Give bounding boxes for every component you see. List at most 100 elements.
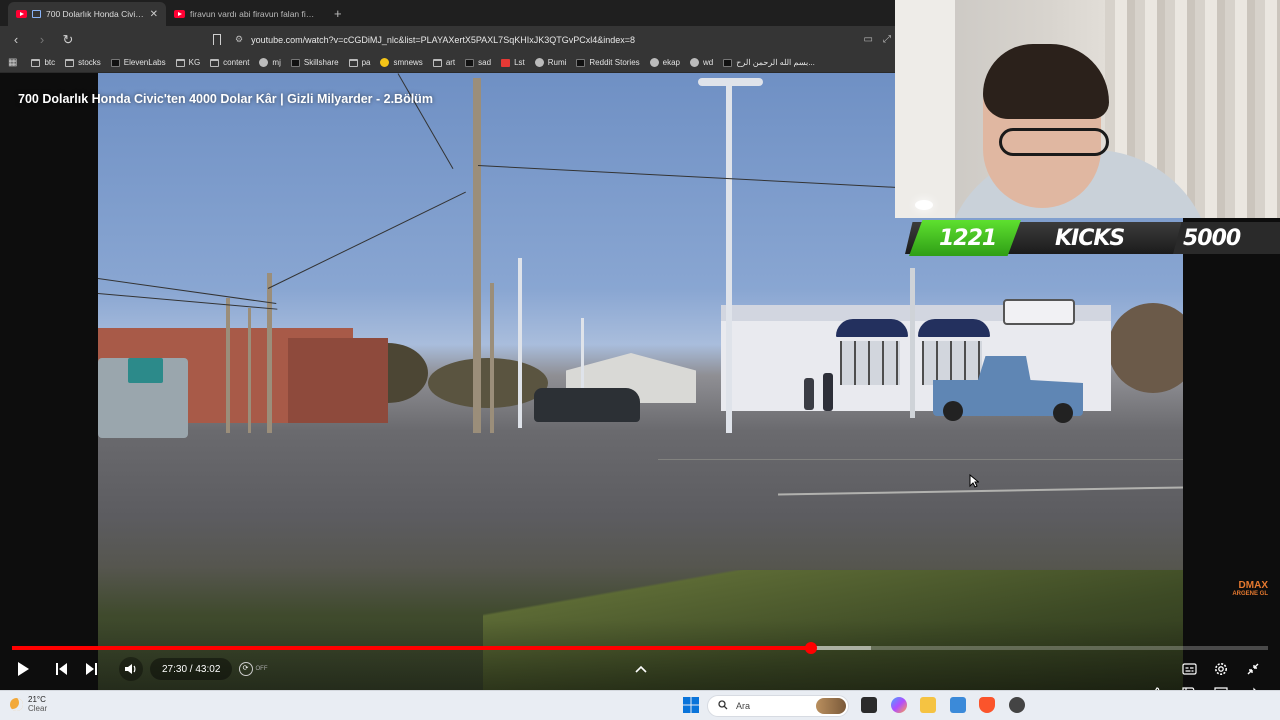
bookmark-item[interactable]: smnews — [380, 58, 423, 67]
play-icon[interactable] — [12, 654, 34, 684]
bookmark-item[interactable]: KG — [175, 58, 200, 67]
s-logo-icon — [501, 58, 511, 67]
exit-fullscreen-icon[interactable] — [1242, 654, 1264, 684]
bookmark-favicon — [465, 58, 475, 67]
emoji-icon — [380, 58, 390, 67]
new-tab-button[interactable]: + — [334, 2, 342, 26]
bookmark-label: stocks — [78, 58, 101, 67]
folder-icon — [432, 58, 442, 67]
wheel — [1053, 403, 1073, 423]
reload-icon[interactable]: ↻ — [58, 32, 78, 48]
tab-active[interactable]: 700 Dolarlık Honda Civic'ten ✕ — [8, 2, 166, 26]
bookmark-item[interactable]: Skillshare — [290, 58, 339, 67]
subtitles-icon[interactable] — [1178, 654, 1200, 684]
ekap-icon — [649, 58, 659, 67]
bookmark-label: ElevenLabs — [123, 58, 166, 67]
forward-icon[interactable]: › — [32, 32, 52, 47]
power-line — [477, 165, 898, 188]
bookmark-label: بسم الله الرحمن الرح... — [736, 58, 815, 67]
person-figure — [823, 373, 833, 411]
autoplay-state: OFF — [255, 666, 268, 672]
globe-icon — [534, 58, 544, 67]
bookmark-item[interactable]: Lst — [501, 58, 525, 67]
autoplay-toggle[interactable]: ⟳ OFF — [236, 654, 270, 684]
bookmark-label: sad — [478, 58, 492, 67]
power-line — [267, 191, 466, 289]
folder-icon — [31, 58, 41, 67]
time-text: 27:30 / 43:02 — [162, 663, 221, 675]
bookmark-item[interactable]: Rumi — [534, 58, 566, 67]
snipping-tool-icon[interactable] — [950, 697, 966, 713]
wd-icon — [690, 58, 700, 67]
copilot-icon[interactable] — [891, 697, 907, 713]
utility-pole — [473, 78, 481, 433]
bookmark-item[interactable]: pa — [348, 58, 371, 67]
task-view-icon[interactable] — [861, 697, 877, 713]
bookmark-item[interactable]: sad — [465, 58, 491, 67]
progress-bar[interactable] — [12, 642, 1268, 654]
bookmark-label: wd — [703, 58, 714, 67]
lamp-light — [915, 200, 933, 210]
settings-gear-icon[interactable] — [1210, 654, 1232, 684]
bookmark-label: btc — [44, 58, 56, 67]
cast-icon[interactable]: ▭ — [864, 34, 873, 45]
bookmark-item[interactable]: mj — [259, 58, 281, 67]
taskbar-search[interactable]: Ara — [707, 695, 849, 717]
apps-grid-icon[interactable]: ▦ — [8, 57, 17, 68]
streamer-hair — [983, 44, 1109, 119]
file-explorer-icon[interactable] — [920, 697, 936, 713]
site-info-icon[interactable]: ⚙ — [235, 34, 243, 45]
weather-condition: Clear — [28, 704, 48, 713]
played-bar — [12, 646, 812, 650]
tab-group-icon — [32, 10, 41, 18]
bookmark-item[interactable]: stocks — [65, 58, 101, 67]
chevron-up-icon[interactable] — [630, 654, 652, 684]
volume-icon[interactable] — [120, 654, 142, 684]
app-icon[interactable] — [1009, 697, 1025, 713]
bookmark-label: Skillshare — [303, 58, 339, 67]
window — [840, 341, 900, 385]
tab-inactive[interactable]: firavun vardı abi firavun falan filan dı — [166, 2, 324, 26]
bookmark-label: Reddit Stories — [589, 58, 640, 67]
video-title[interactable]: 700 Dolarlık Honda Civic'ten 4000 Dolar … — [18, 92, 433, 106]
brave-browser-icon[interactable] — [979, 697, 995, 713]
weather-widget[interactable]: 21°C Clear — [10, 695, 47, 713]
address-bar[interactable]: ⚙ youtube.com/watch?v=cCGDiMJ_nlc&list=P… — [235, 30, 864, 50]
bookmark-item[interactable]: بسم الله الرحمن الرح... — [723, 58, 815, 67]
expand-icon[interactable]: ⤢ — [883, 34, 891, 45]
skillshare-icon — [290, 58, 300, 67]
folder-icon — [65, 58, 75, 67]
moon-icon — [10, 697, 23, 711]
bookmark-item[interactable]: wd — [690, 58, 713, 67]
tab-bar: 700 Dolarlık Honda Civic'ten ✕ firavun v… — [0, 0, 895, 26]
bookmarks-bar: ▦ btc stocks ElevenLabs KG content mj Sk… — [0, 53, 895, 73]
bookmark-item[interactable]: btc — [31, 58, 55, 67]
road-marking — [658, 459, 1183, 460]
bookmark-label: mj — [272, 58, 281, 67]
power-line — [98, 293, 278, 310]
bookmark-item[interactable]: content — [210, 58, 249, 67]
scrubber-handle[interactable] — [805, 642, 818, 654]
youtube-icon — [174, 10, 185, 18]
next-icon[interactable] — [81, 654, 103, 684]
bookmark-item[interactable]: Reddit Stories — [576, 58, 640, 67]
bookmark-label: pa — [361, 58, 371, 67]
bookmark-icon[interactable] — [213, 34, 221, 48]
previous-icon[interactable] — [50, 654, 72, 684]
d-logo-icon — [576, 58, 586, 67]
utility-pole — [226, 298, 230, 433]
awning — [836, 319, 908, 337]
screen: 700 Dolarlık Honda Civic'ten ✕ firavun v… — [0, 0, 1280, 720]
bookmark-item[interactable]: art — [432, 58, 455, 67]
bookmark-item[interactable]: ElevenLabs — [110, 58, 166, 67]
close-tab-icon[interactable]: ✕ — [150, 9, 158, 20]
windows-start-icon[interactable] — [683, 697, 699, 713]
windows-taskbar: 21°C Clear Ara — [0, 690, 1280, 720]
awning — [918, 319, 990, 337]
dealership-sign — [1003, 299, 1075, 325]
tab-title: 700 Dolarlık Honda Civic'ten — [46, 9, 145, 19]
wheel — [943, 401, 963, 421]
back-icon[interactable]: ‹ — [6, 32, 26, 47]
url-text[interactable]: youtube.com/watch?v=cCGDiMJ_nlc&list=PLA… — [251, 35, 635, 45]
bookmark-item[interactable]: ekap — [649, 58, 680, 67]
